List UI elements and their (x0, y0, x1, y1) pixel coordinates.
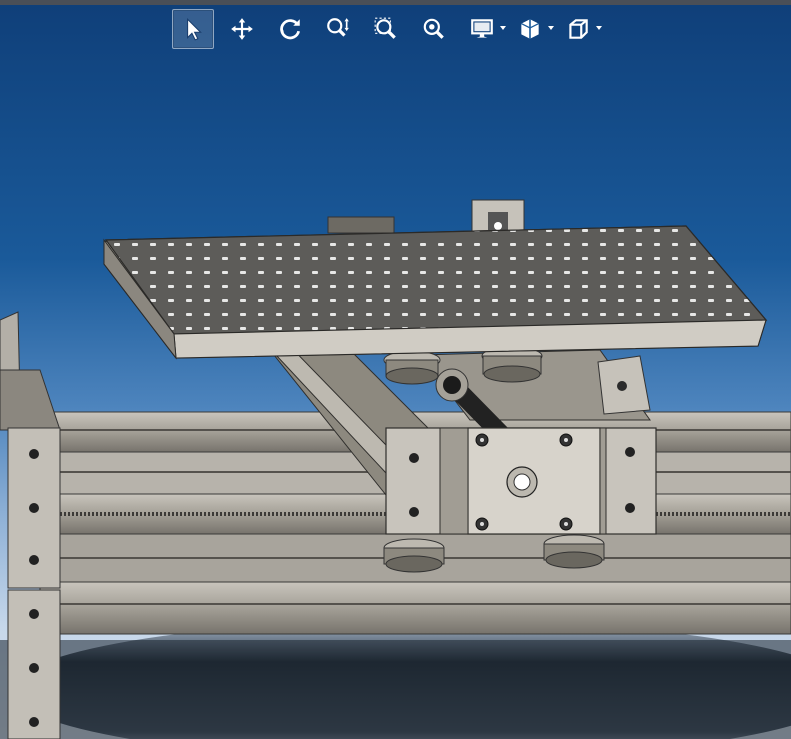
right-bracket (597, 355, 651, 415)
left-upright-posts (0, 311, 61, 739)
view-toolbar (172, 8, 602, 50)
section-view-icon (521, 19, 539, 39)
cad-viewport[interactable] (0, 0, 791, 739)
zoom-to-area-icon (374, 17, 396, 39)
pan-move-icon (231, 18, 253, 40)
zoom-to-fit-button[interactable] (414, 10, 454, 48)
select-tool-button[interactable] (172, 9, 214, 49)
display-style-icon (471, 19, 493, 38)
chevron-down-icon[interactable] (548, 26, 554, 30)
select-arrow-icon (187, 17, 202, 41)
section-view-button[interactable] (510, 10, 554, 48)
carriage-front-plate (385, 427, 657, 535)
rotate-tool-button[interactable] (270, 10, 310, 48)
cad-model-render[interactable] (0, 0, 791, 739)
pan-tool-button[interactable] (222, 10, 262, 48)
perforated-table-plate (103, 225, 768, 360)
chevron-down-icon[interactable] (596, 26, 602, 30)
view-orientation-cube-icon (569, 19, 588, 39)
zoom-to-fit-icon (423, 18, 444, 39)
display-style-button[interactable] (462, 10, 506, 48)
chevron-down-icon[interactable] (500, 26, 506, 30)
view-orientation-button[interactable] (558, 10, 602, 48)
zoom-to-area-button[interactable] (366, 10, 406, 48)
zoom-in-out-button[interactable] (318, 10, 358, 48)
zoom-in-out-icon (327, 18, 349, 37)
rotate-view-icon (280, 19, 300, 40)
